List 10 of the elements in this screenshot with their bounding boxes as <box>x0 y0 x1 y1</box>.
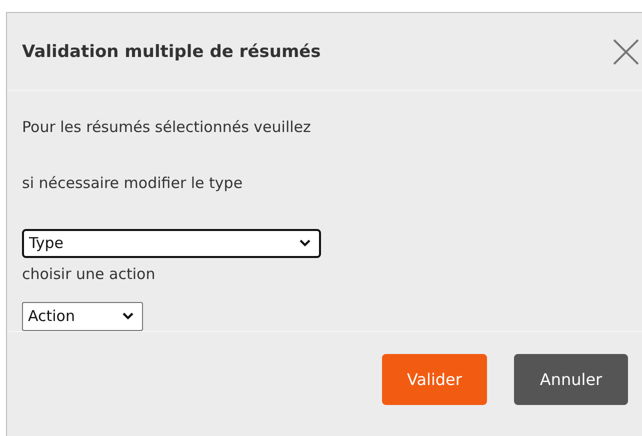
cancel-button[interactable]: Annuler <box>514 354 628 405</box>
field-label: choisir une action <box>22 264 156 284</box>
dialog-title: Validation multiple de résumés <box>22 42 321 62</box>
instruction-text: si nécessaire modifier le type <box>22 173 243 193</box>
close-icon[interactable] <box>613 38 639 64</box>
instruction-text: Pour les résumés sélectionnés veuillez <box>22 117 311 137</box>
caret-icon <box>299 239 311 248</box>
dropdown[interactable]: Action <box>22 302 143 331</box>
caret-icon <box>122 312 134 320</box>
dropdown[interactable]: Type <box>22 229 321 258</box>
